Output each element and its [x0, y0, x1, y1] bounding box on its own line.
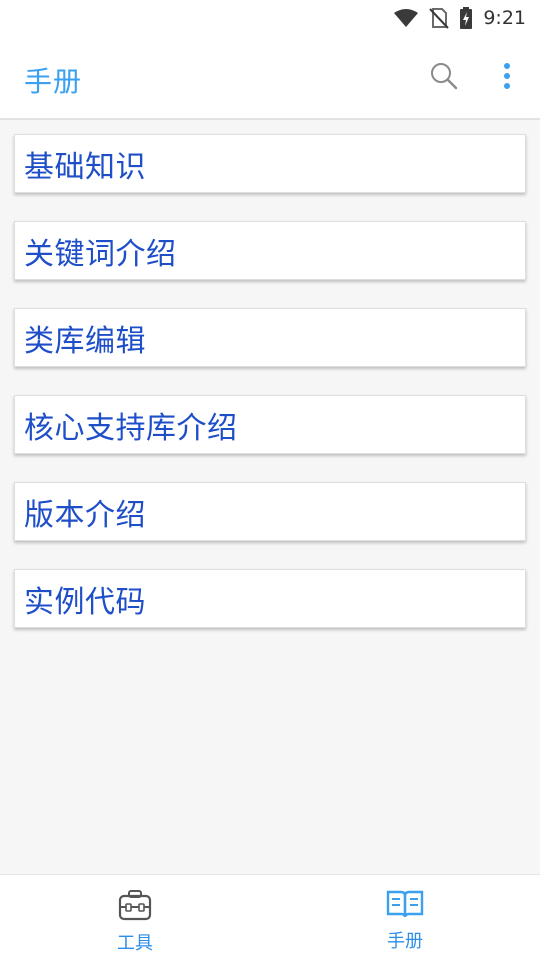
- status-time: 9:21: [483, 7, 526, 29]
- manual-item-label: 类库编辑: [24, 323, 146, 359]
- open-book-icon: [386, 889, 424, 923]
- more-vert-icon: [503, 62, 511, 94]
- battery-charging-icon: [459, 7, 473, 29]
- manual-item-basics[interactable]: 基础知识: [14, 134, 526, 193]
- manual-item-versions[interactable]: 版本介绍: [14, 482, 526, 541]
- toolbox-icon: [118, 889, 152, 925]
- manual-item-label: 版本介绍: [24, 497, 146, 533]
- manual-item-example-code[interactable]: 实例代码: [14, 569, 526, 628]
- manual-item-library-editing[interactable]: 类库编辑: [14, 308, 526, 367]
- search-button[interactable]: [426, 60, 462, 96]
- manual-item-label: 核心支持库介绍: [24, 410, 238, 446]
- manual-item-label: 基础知识: [24, 149, 146, 185]
- manual-item-core-library[interactable]: 核心支持库介绍: [14, 395, 526, 454]
- manual-list: 基础知识 关键词介绍 类库编辑 核心支持库介绍 版本介绍 实例代码: [14, 134, 526, 656]
- search-icon: [430, 62, 458, 94]
- manual-item-label: 关键词介绍: [24, 236, 177, 272]
- wifi-icon: [393, 8, 419, 28]
- bottom-nav: 工具 手册: [0, 874, 540, 960]
- nav-tab-manual-label: 手册: [387, 931, 423, 952]
- status-bar: 9:21: [0, 0, 540, 36]
- nav-tab-manual[interactable]: 手册: [270, 875, 540, 960]
- nav-tab-tools-label: 工具: [117, 933, 153, 954]
- no-sim-icon: [429, 7, 450, 29]
- app-bar: 手册: [0, 36, 540, 120]
- more-options-button[interactable]: [492, 60, 522, 96]
- manual-item-keywords[interactable]: 关键词介绍: [14, 221, 526, 280]
- page-title: 手册: [24, 65, 83, 98]
- nav-tab-tools[interactable]: 工具: [0, 875, 270, 960]
- manual-item-label: 实例代码: [24, 584, 146, 620]
